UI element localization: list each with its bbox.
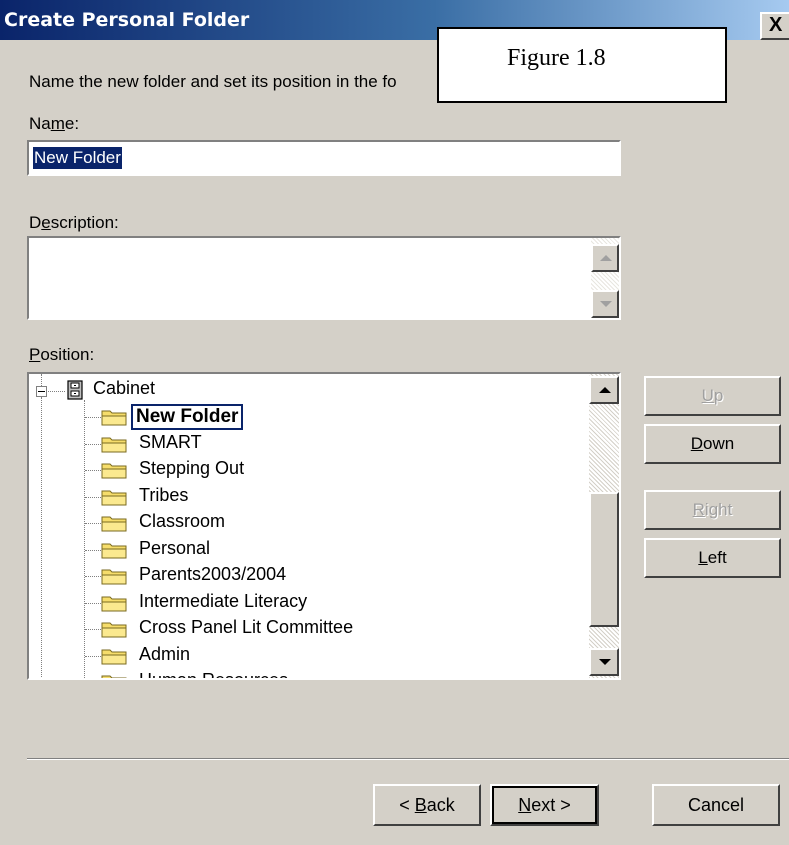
scroll-up-arrow-icon [599,387,611,393]
tree-item-label: SMART [139,431,202,452]
next-button[interactable]: Next > [490,784,599,826]
cabinet-icon [67,380,83,400]
left-button-label: Left [698,548,727,567]
window-title: Create Personal Folder [4,9,250,31]
create-personal-folder-dialog: Create Personal Folder X Name the new fo… [0,0,789,845]
tree-item[interactable]: Cross Panel Lit Committee [29,616,589,642]
folder-icon [101,463,127,479]
folder-icon [101,622,127,638]
tree-connector [85,576,101,577]
close-button[interactable]: X [760,12,789,40]
folder-icon [101,516,127,532]
tree-connector [85,549,101,551]
tree-item[interactable]: Intermediate Literacy [29,590,589,616]
tree-item[interactable]: Personal [29,537,589,563]
cancel-button-label: Cancel [687,795,745,815]
folder-icon [101,490,127,505]
tree-scroll-thumb[interactable] [589,492,619,627]
right-button[interactable]: Right [644,490,781,530]
name-label: Name: [29,114,80,133]
right-button-label: Right [692,500,733,519]
description-scroll-down-button[interactable] [591,290,619,318]
position-tree[interactable]: Cabinet New Folder SMART Stepping Out Tribe… [27,372,621,680]
folder-icon [101,437,127,452]
name-field-value: New Folder [33,147,122,169]
description-field[interactable] [27,236,621,320]
tree-item[interactable]: Tribes [29,484,589,510]
up-button-label: Up [701,386,724,405]
next-button-label: Next > [518,795,571,815]
back-button[interactable]: < Back [373,784,481,826]
folder-icon [101,569,127,585]
tree-connector [48,391,65,392]
tree-connector [85,629,101,630]
name-field[interactable]: New Folder [27,140,621,176]
tree-item-label-selected: New Folder [131,404,244,430]
folder-icon [101,596,127,611]
up-button[interactable]: Up [644,376,781,416]
tree-item[interactable]: New Folder [29,404,589,430]
tree-item[interactable]: SMART [29,431,589,457]
tree-item[interactable]: Human Resources [29,669,589,680]
tree-scroll-down-button[interactable] [589,648,619,676]
scroll-down-arrow-icon [599,659,611,665]
folder-icon [101,543,127,558]
left-button[interactable]: Left [644,538,781,578]
scroll-down-arrow-icon [600,301,612,307]
tree-item[interactable]: Parents2003/2004 [29,563,589,589]
tree-scrollbar[interactable] [589,374,619,678]
tree-root-label[interactable]: Cabinet [93,378,155,399]
tree-item-label: Personal [139,537,211,558]
folder-icon [101,410,127,426]
folder-icon [101,649,127,664]
tree-item-label: Intermediate Literacy [139,590,308,611]
down-button[interactable]: Down [644,424,781,464]
tree-item-label: Parents2003/2004 [139,564,287,584]
tree-item-label: Stepping Out [139,458,245,478]
tree-connector [85,417,101,418]
footer-separator [27,758,789,760]
tree-connector [41,374,42,386]
back-button-label: < Back [399,795,455,815]
description-label: Description: [29,213,119,232]
description-scrollbar[interactable] [591,238,619,318]
tree-connector [85,496,101,498]
down-button-label: Down [690,434,735,453]
tree-item-label: Human Resources [139,670,289,680]
figure-caption-box: Figure 1.8 [437,27,727,103]
close-icon: X [769,14,783,36]
scroll-up-arrow-icon [600,255,612,261]
tree-item-label: Cross Panel Lit Committee [139,617,354,637]
tree-connector [85,602,101,604]
tree-item-label: Tribes [139,484,189,505]
tree-item[interactable]: Stepping Out [29,457,589,483]
tree-item-label: Admin [139,643,191,664]
instruction-text: Name the new folder and set its position… [29,72,397,91]
tree-connector [85,470,101,471]
tree-connector [85,523,101,524]
tree-item-label: Classroom [139,511,226,531]
tree-item[interactable]: Admin [29,643,589,669]
cancel-button[interactable]: Cancel [652,784,780,826]
tree-scroll-up-button[interactable] [589,376,619,404]
folder-icon [101,675,127,678]
figure-label: Figure 1.8 [507,45,606,71]
tree-connector [85,655,101,657]
position-label: Position: [29,345,95,364]
tree-item[interactable]: Classroom [29,510,589,536]
description-scroll-up-button[interactable] [591,244,619,272]
tree-connector [85,443,101,445]
expander-icon[interactable] [36,386,47,397]
